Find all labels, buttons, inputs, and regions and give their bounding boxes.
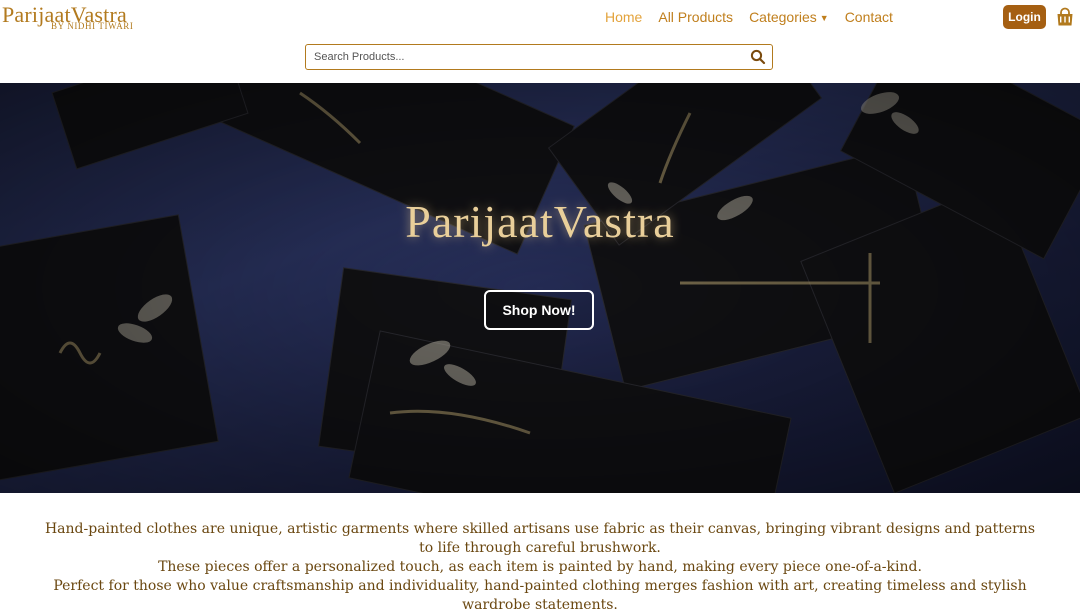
main-nav: Home All Products Categories ▼ Contact xyxy=(605,8,909,26)
description-line: Hand-painted clothes are unique, artisti… xyxy=(44,521,1036,556)
login-button[interactable]: Login xyxy=(1003,5,1046,29)
nav-contact[interactable]: Contact xyxy=(845,8,893,26)
search-bar xyxy=(305,44,773,70)
hero-title: ParijaatVastra xyxy=(405,196,675,247)
caret-down-icon: ▼ xyxy=(819,13,829,23)
hero-banner: ParijaatVastra Shop Now! xyxy=(0,83,1080,493)
description-line: These pieces offer a personalized touch,… xyxy=(158,559,922,575)
nav-home[interactable]: Home xyxy=(605,8,642,26)
search-icon[interactable] xyxy=(750,49,766,65)
hero-background-image xyxy=(0,83,1080,493)
shopping-bag-icon[interactable] xyxy=(1055,7,1075,27)
logo-subtitle: BY NIDHI TIWARI xyxy=(51,21,134,31)
description-line: Perfect for those who value craftsmanshi… xyxy=(53,578,1027,613)
nav-categories[interactable]: Categories ▼ xyxy=(749,8,829,26)
shop-now-button[interactable]: Shop Now! xyxy=(484,290,594,330)
search-input[interactable] xyxy=(306,45,736,69)
nav-categories-label: Categories xyxy=(749,9,817,25)
site-header: ParijaatVastra BY NIDHI TIWARI Home All … xyxy=(0,0,1080,83)
nav-all-products[interactable]: All Products xyxy=(658,8,733,26)
brand-description: Hand-painted clothes are unique, artisti… xyxy=(40,520,1040,615)
brand-logo[interactable]: ParijaatVastra BY NIDHI TIWARI xyxy=(2,1,142,37)
